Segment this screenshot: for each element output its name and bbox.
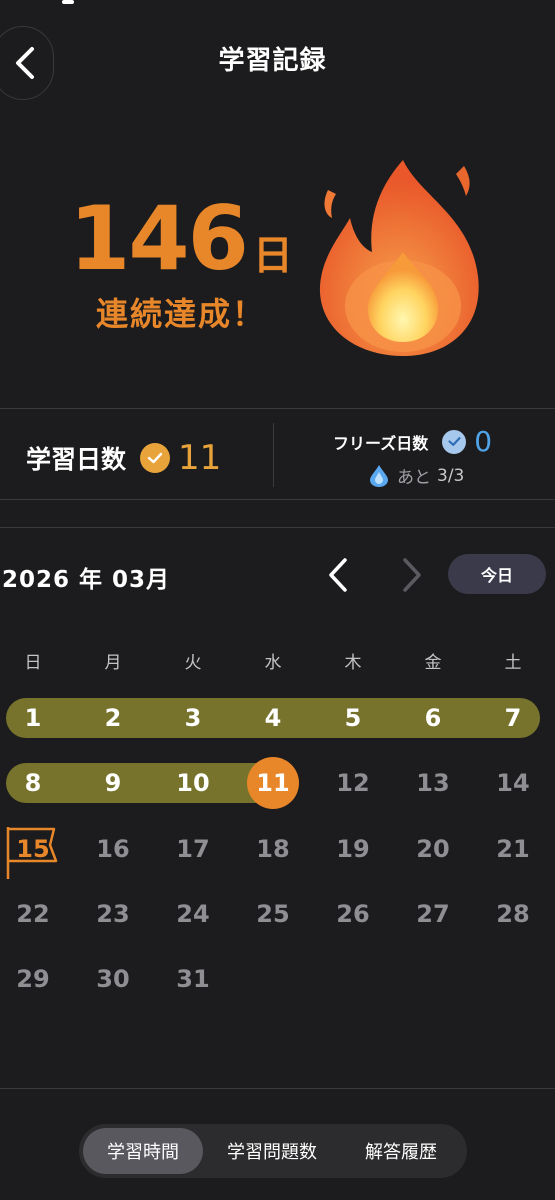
divider: [0, 527, 555, 528]
weekday-label: 月: [104, 653, 122, 673]
page-title: 学習記録: [218, 46, 327, 76]
study-days-stat: 学習日数 11: [26, 438, 221, 478]
weekday-label: 水: [264, 653, 282, 673]
calendar-day[interactable]: 30: [93, 959, 133, 999]
calendar-day[interactable]: 11: [253, 763, 293, 803]
calendar-day[interactable]: 9: [93, 763, 133, 803]
weekday-label: 土: [504, 653, 522, 673]
streak-message: 連続達成！: [95, 295, 266, 333]
calendar-day[interactable]: 28: [493, 894, 533, 934]
tab-question-count[interactable]: 学習問題数: [203, 1128, 341, 1174]
divider: [0, 1088, 555, 1089]
chevron-right-icon: [403, 558, 421, 592]
calendar-day[interactable]: 22: [13, 894, 53, 934]
study-days-value: 11: [178, 438, 222, 478]
remaining-value: 3/3: [437, 465, 465, 486]
chevron-left-icon: [329, 558, 347, 592]
calendar-day[interactable]: 10: [173, 763, 213, 803]
freeze-days-stat: フリーズ日数 0: [333, 425, 492, 458]
check-icon: [140, 443, 171, 473]
weekday-label: 火: [184, 653, 202, 673]
divider: [0, 499, 555, 500]
calendar-day[interactable]: 23: [93, 894, 133, 934]
weekday-label: 日: [24, 653, 42, 673]
calendar-day[interactable]: 24: [173, 894, 213, 934]
tab-study-time[interactable]: 学習時間: [83, 1128, 203, 1174]
calendar-day[interactable]: 26: [333, 894, 373, 934]
calendar-day[interactable]: 3: [173, 698, 213, 738]
calendar-day[interactable]: 15: [13, 829, 53, 869]
prev-month-button[interactable]: [325, 556, 353, 598]
fire-icon: [319, 160, 479, 356]
calendar-day[interactable]: 27: [413, 894, 453, 934]
calendar-day[interactable]: 13: [413, 763, 453, 803]
calendar-day[interactable]: 2: [93, 698, 133, 738]
ice-drop-icon: [370, 464, 388, 487]
stats-divider: [273, 423, 274, 487]
calendar-day[interactable]: 16: [93, 829, 133, 869]
tab-bar: 学習時間 学習問題数 解答履歴: [79, 1124, 467, 1178]
calendar-day[interactable]: 17: [173, 829, 213, 869]
study-record-screen: 学習記録 146 日 連続達成！ 学習日数 11 フリーズ日数 0 あと 3/3…: [0, 0, 555, 1200]
calendar-day[interactable]: 8: [13, 763, 53, 803]
streak-unit: 日: [252, 233, 293, 279]
calendar-day[interactable]: 12: [333, 763, 373, 803]
weekday-label: 木: [344, 653, 362, 673]
streak-summary: 146 日 連続達成！: [66, 195, 296, 335]
calendar-day[interactable]: 20: [413, 829, 453, 869]
freeze-days-label: フリーズ日数: [333, 433, 429, 453]
tab-answer-history[interactable]: 解答履歴: [341, 1128, 461, 1174]
today-button[interactable]: 今日: [448, 554, 546, 594]
calendar-day[interactable]: 21: [493, 829, 533, 869]
divider: [0, 408, 555, 409]
next-month-button[interactable]: [397, 556, 425, 598]
streak-count: 146: [69, 187, 249, 290]
freeze-remaining: あと 3/3: [369, 463, 464, 488]
calendar-day[interactable]: 18: [253, 829, 293, 869]
status-bar-fragment: [62, 0, 74, 4]
calendar-day[interactable]: 29: [13, 959, 53, 999]
weekday-label: 金: [424, 653, 442, 673]
calendar-day[interactable]: 31: [173, 959, 213, 999]
calendar-day[interactable]: 25: [253, 894, 293, 934]
calendar-day[interactable]: 14: [493, 763, 533, 803]
calendar-day[interactable]: 19: [333, 829, 373, 869]
freeze-days-value: 0: [474, 425, 493, 458]
freeze-check-icon: [442, 429, 467, 454]
calendar-day[interactable]: 4: [253, 698, 293, 738]
calendar-day[interactable]: 6: [413, 698, 453, 738]
calendar-day[interactable]: 5: [333, 698, 373, 738]
remaining-label: あと: [397, 468, 431, 488]
month-label: 2026 年 03月: [2, 567, 171, 593]
calendar-day[interactable]: 7: [493, 698, 533, 738]
study-days-label: 学習日数: [26, 445, 127, 474]
calendar-day[interactable]: 1: [13, 698, 53, 738]
